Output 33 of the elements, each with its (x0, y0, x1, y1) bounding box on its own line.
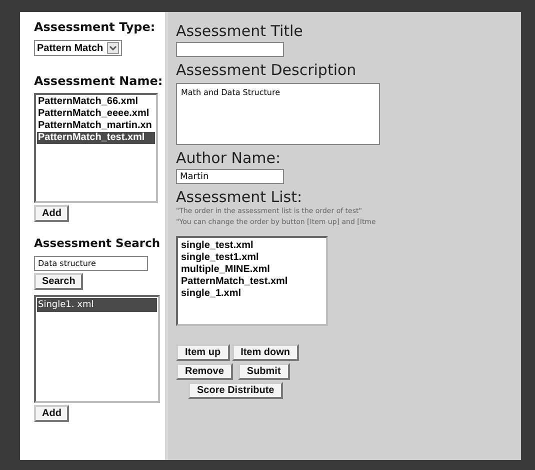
author-field[interactable]: Martin (176, 169, 284, 184)
list-item[interactable]: PatternMatch_test.xml (37, 132, 155, 144)
action-button[interactable]: Item up (176, 344, 230, 361)
action-button[interactable]: Remove (176, 363, 233, 380)
description-field[interactable]: Math and Data Structure (176, 83, 380, 145)
action-button[interactable]: Score Distribute (188, 382, 284, 399)
search-button[interactable]: Search (34, 273, 84, 290)
add-button[interactable]: Add (34, 405, 70, 422)
field-label: Assessment List: (176, 188, 302, 206)
assessment-listbox[interactable]: single_test.xml single_test1.xml multiple_MINE.xml PatternMatch_test.xml single_1.xml (176, 236, 328, 326)
action-button[interactable]: Item down (232, 344, 300, 361)
list-item[interactable]: multiple_MINE.xml (180, 264, 324, 276)
list-item[interactable]: PatternMatch_martin.xn (37, 120, 155, 132)
field-label: Assessment Title (176, 22, 303, 40)
list-item[interactable]: single_1.xml (180, 288, 324, 300)
title-field[interactable] (176, 42, 284, 57)
list-item[interactable]: PatternMatch_eeee.xml (37, 108, 155, 120)
assessment-name-listbox[interactable]: PatternMatch_66.xml PatternMatch_eeee.xml PatternMatch_martin.xn PatternMatch_test.xml (34, 93, 158, 203)
list-item[interactable]: single_test1.xml (180, 252, 324, 264)
list-item[interactable]: single_test.xml (180, 240, 324, 252)
action-button[interactable]: Submit (238, 363, 290, 380)
search-results-listbox[interactable]: Single1. xml (34, 295, 160, 403)
field-label: Assessment Name: (34, 74, 163, 88)
list-item[interactable]: PatternMatch_66.xml (37, 96, 155, 108)
list-item[interactable]: Single1. xml (37, 298, 157, 312)
field-label: Assessment Description (176, 61, 356, 79)
type-dropdown[interactable]: Pattern Match (34, 40, 122, 56)
add-button[interactable]: Add (34, 205, 70, 222)
field-label: Assessment Search (34, 236, 160, 250)
field-label: Assessment Type: (34, 20, 156, 34)
list-item[interactable]: PatternMatch_test.xml (180, 276, 324, 288)
field-label: Author Name: (176, 149, 281, 167)
search-field[interactable]: Data structure (34, 256, 148, 271)
